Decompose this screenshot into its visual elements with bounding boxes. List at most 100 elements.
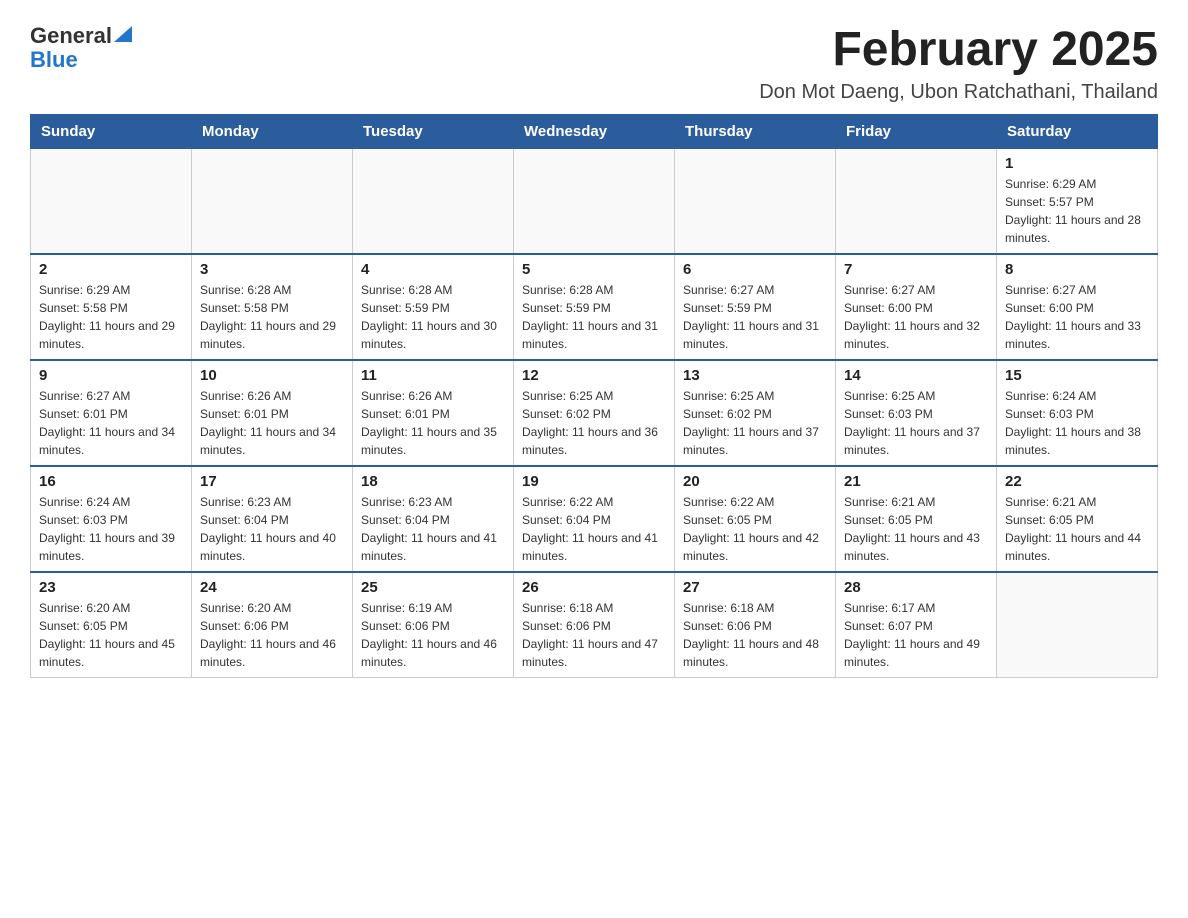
weekday-monday: Monday bbox=[192, 114, 353, 148]
calendar-cell: 16 Sunrise: 6:24 AM Sunset: 6:03 PM Dayli… bbox=[31, 466, 192, 572]
day-info: Sunrise: 6:26 AM Sunset: 6:01 PM Dayligh… bbox=[361, 387, 505, 459]
day-number: 17 bbox=[200, 473, 344, 490]
calendar-cell: 14 Sunrise: 6:25 AM Sunset: 6:03 PM Dayli… bbox=[836, 360, 997, 466]
logo-triangle-icon bbox=[114, 26, 132, 42]
calendar-cell: 11 Sunrise: 6:26 AM Sunset: 6:01 PM Dayli… bbox=[353, 360, 514, 466]
calendar-table: SundayMondayTuesdayWednesdayThursdayFrid… bbox=[30, 114, 1158, 678]
page-header: General Blue February 2025 Don Mot Daeng… bbox=[30, 24, 1158, 104]
day-info: Sunrise: 6:25 AM Sunset: 6:03 PM Dayligh… bbox=[844, 387, 988, 459]
day-info: Sunrise: 6:26 AM Sunset: 6:01 PM Dayligh… bbox=[200, 387, 344, 459]
calendar-cell: 26 Sunrise: 6:18 AM Sunset: 6:06 PM Dayli… bbox=[514, 572, 675, 678]
calendar-cell: 13Sunrise: 6:25 AM Sunset: 6:02 PM Dayli… bbox=[675, 360, 836, 466]
weekday-tuesday: Tuesday bbox=[353, 114, 514, 148]
calendar-week-3: 9 Sunrise: 6:27 AM Sunset: 6:01 PM Daylig… bbox=[31, 360, 1158, 466]
day-number: 24 bbox=[200, 579, 344, 596]
day-info: Sunrise: 6:24 AM Sunset: 6:03 PM Dayligh… bbox=[39, 493, 183, 565]
day-info: Sunrise: 6:22 AM Sunset: 6:04 PM Dayligh… bbox=[522, 493, 666, 565]
calendar-cell: 21 Sunrise: 6:21 AM Sunset: 6:05 PM Dayli… bbox=[836, 466, 997, 572]
calendar-cell: 19 Sunrise: 6:22 AM Sunset: 6:04 PM Dayli… bbox=[514, 466, 675, 572]
day-info: Sunrise: 6:28 AM Sunset: 5:59 PM Dayligh… bbox=[522, 281, 666, 353]
calendar-week-5: 23 Sunrise: 6:20 AM Sunset: 6:05 PM Dayli… bbox=[31, 572, 1158, 678]
day-info: Sunrise: 6:27 AM Sunset: 6:01 PM Dayligh… bbox=[39, 387, 183, 459]
day-info: Sunrise: 6:29 AM Sunset: 5:58 PM Dayligh… bbox=[39, 281, 183, 353]
day-number: 26 bbox=[522, 579, 666, 596]
day-info: Sunrise: 6:22 AM Sunset: 6:05 PM Dayligh… bbox=[683, 493, 827, 565]
calendar-cell bbox=[997, 572, 1158, 678]
day-number: 16 bbox=[39, 473, 183, 490]
day-info: Sunrise: 6:19 AM Sunset: 6:06 PM Dayligh… bbox=[361, 599, 505, 671]
day-number: 6 bbox=[683, 261, 827, 278]
calendar-cell: 24Sunrise: 6:20 AM Sunset: 6:06 PM Dayli… bbox=[192, 572, 353, 678]
day-number: 9 bbox=[39, 367, 183, 384]
day-info: Sunrise: 6:20 AM Sunset: 6:05 PM Dayligh… bbox=[39, 599, 183, 671]
calendar-cell bbox=[514, 148, 675, 254]
calendar-week-2: 2 Sunrise: 6:29 AM Sunset: 5:58 PM Daylig… bbox=[31, 254, 1158, 360]
calendar-cell: 28 Sunrise: 6:17 AM Sunset: 6:07 PM Dayli… bbox=[836, 572, 997, 678]
calendar-cell: 4 Sunrise: 6:28 AM Sunset: 5:59 PM Daylig… bbox=[353, 254, 514, 360]
calendar-week-1: 1 Sunrise: 6:29 AM Sunset: 5:57 PM Daylig… bbox=[31, 148, 1158, 254]
calendar-cell: 27Sunrise: 6:18 AM Sunset: 6:06 PM Dayli… bbox=[675, 572, 836, 678]
day-number: 5 bbox=[522, 261, 666, 278]
day-number: 7 bbox=[844, 261, 988, 278]
calendar-week-4: 16 Sunrise: 6:24 AM Sunset: 6:03 PM Dayli… bbox=[31, 466, 1158, 572]
logo: General Blue bbox=[30, 24, 132, 72]
day-number: 20 bbox=[683, 473, 827, 490]
day-number: 15 bbox=[1005, 367, 1149, 384]
day-number: 3 bbox=[200, 261, 344, 278]
day-info: Sunrise: 6:17 AM Sunset: 6:07 PM Dayligh… bbox=[844, 599, 988, 671]
day-info: Sunrise: 6:25 AM Sunset: 6:02 PM Dayligh… bbox=[522, 387, 666, 459]
calendar-subtitle: Don Mot Daeng, Ubon Ratchathani, Thailan… bbox=[759, 81, 1158, 104]
day-number: 19 bbox=[522, 473, 666, 490]
day-number: 10 bbox=[200, 367, 344, 384]
calendar-cell: 6 Sunrise: 6:27 AM Sunset: 5:59 PM Daylig… bbox=[675, 254, 836, 360]
day-info: Sunrise: 6:21 AM Sunset: 6:05 PM Dayligh… bbox=[1005, 493, 1149, 565]
day-info: Sunrise: 6:27 AM Sunset: 5:59 PM Dayligh… bbox=[683, 281, 827, 353]
logo-blue: Blue bbox=[30, 47, 78, 72]
calendar-cell: 12Sunrise: 6:25 AM Sunset: 6:02 PM Dayli… bbox=[514, 360, 675, 466]
calendar-cell: 5 Sunrise: 6:28 AM Sunset: 5:59 PM Daylig… bbox=[514, 254, 675, 360]
day-info: Sunrise: 6:23 AM Sunset: 6:04 PM Dayligh… bbox=[200, 493, 344, 565]
day-info: Sunrise: 6:28 AM Sunset: 5:58 PM Dayligh… bbox=[200, 281, 344, 353]
calendar-cell: 9 Sunrise: 6:27 AM Sunset: 6:01 PM Daylig… bbox=[31, 360, 192, 466]
day-number: 8 bbox=[1005, 261, 1149, 278]
day-number: 25 bbox=[361, 579, 505, 596]
day-info: Sunrise: 6:27 AM Sunset: 6:00 PM Dayligh… bbox=[1005, 281, 1149, 353]
day-number: 1 bbox=[1005, 155, 1149, 172]
day-number: 2 bbox=[39, 261, 183, 278]
calendar-cell: 22 Sunrise: 6:21 AM Sunset: 6:05 PM Dayli… bbox=[997, 466, 1158, 572]
day-number: 11 bbox=[361, 367, 505, 384]
calendar-cell: 17 Sunrise: 6:23 AM Sunset: 6:04 PM Dayli… bbox=[192, 466, 353, 572]
day-number: 14 bbox=[844, 367, 988, 384]
logo-general: General bbox=[30, 24, 112, 48]
calendar-cell bbox=[353, 148, 514, 254]
day-number: 27 bbox=[683, 579, 827, 596]
day-number: 4 bbox=[361, 261, 505, 278]
calendar-cell: 1 Sunrise: 6:29 AM Sunset: 5:57 PM Daylig… bbox=[997, 148, 1158, 254]
calendar-cell: 23 Sunrise: 6:20 AM Sunset: 6:05 PM Dayli… bbox=[31, 572, 192, 678]
calendar-cell: 25 Sunrise: 6:19 AM Sunset: 6:06 PM Dayli… bbox=[353, 572, 514, 678]
day-number: 21 bbox=[844, 473, 988, 490]
day-info: Sunrise: 6:21 AM Sunset: 6:05 PM Dayligh… bbox=[844, 493, 988, 565]
day-number: 23 bbox=[39, 579, 183, 596]
day-info: Sunrise: 6:29 AM Sunset: 5:57 PM Dayligh… bbox=[1005, 175, 1149, 247]
day-number: 18 bbox=[361, 473, 505, 490]
calendar-cell bbox=[675, 148, 836, 254]
weekday-friday: Friday bbox=[836, 114, 997, 148]
calendar-cell: 10 Sunrise: 6:26 AM Sunset: 6:01 PM Dayli… bbox=[192, 360, 353, 466]
calendar-cell: 15Sunrise: 6:24 AM Sunset: 6:03 PM Dayli… bbox=[997, 360, 1158, 466]
weekday-sunday: Sunday bbox=[31, 114, 192, 148]
calendar-cell bbox=[31, 148, 192, 254]
calendar-cell: 20 Sunrise: 6:22 AM Sunset: 6:05 PM Dayli… bbox=[675, 466, 836, 572]
calendar-cell: 8 Sunrise: 6:27 AM Sunset: 6:00 PM Daylig… bbox=[997, 254, 1158, 360]
weekday-thursday: Thursday bbox=[675, 114, 836, 148]
calendar-cell: 3 Sunrise: 6:28 AM Sunset: 5:58 PM Daylig… bbox=[192, 254, 353, 360]
day-number: 13 bbox=[683, 367, 827, 384]
day-number: 28 bbox=[844, 579, 988, 596]
day-info: Sunrise: 6:23 AM Sunset: 6:04 PM Dayligh… bbox=[361, 493, 505, 565]
day-number: 22 bbox=[1005, 473, 1149, 490]
day-info: Sunrise: 6:28 AM Sunset: 5:59 PM Dayligh… bbox=[361, 281, 505, 353]
title-block: February 2025 Don Mot Daeng, Ubon Ratcha… bbox=[759, 24, 1158, 104]
calendar-cell bbox=[192, 148, 353, 254]
day-info: Sunrise: 6:18 AM Sunset: 6:06 PM Dayligh… bbox=[522, 599, 666, 671]
calendar-cell: 2 Sunrise: 6:29 AM Sunset: 5:58 PM Daylig… bbox=[31, 254, 192, 360]
